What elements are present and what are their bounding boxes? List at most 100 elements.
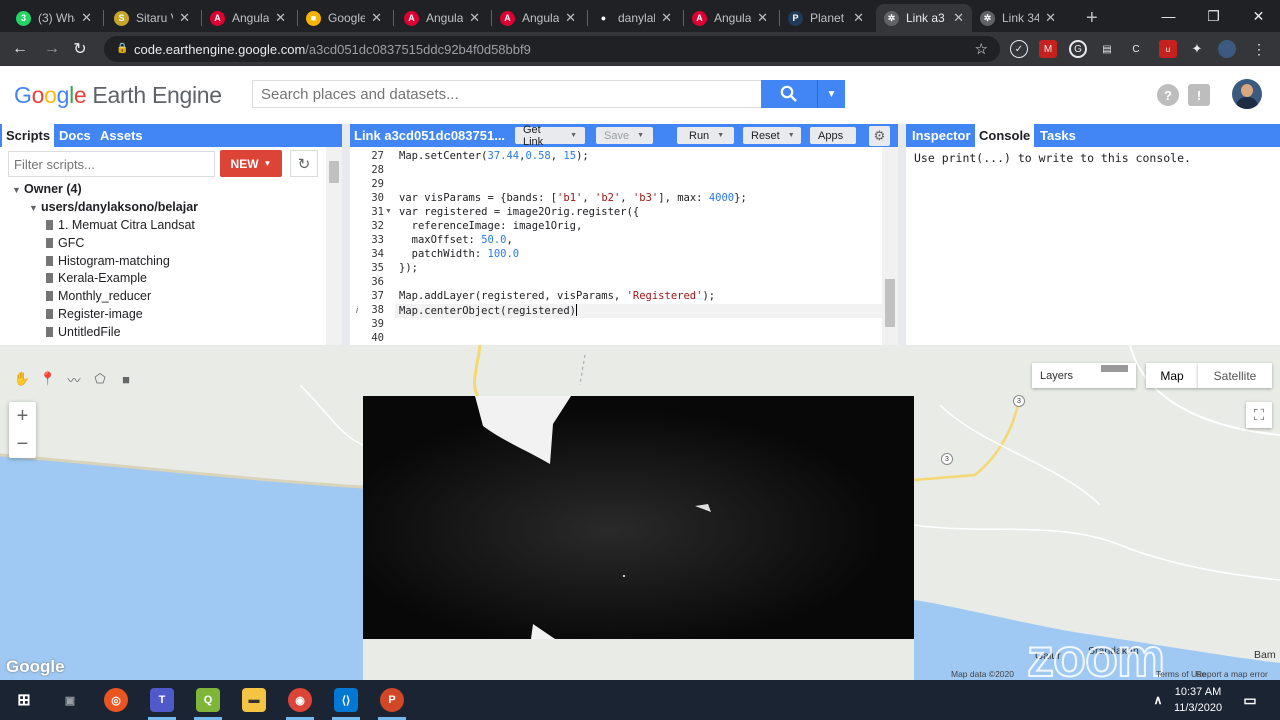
feedback-icon[interactable]: !	[1188, 84, 1210, 106]
chrome-extension-icon[interactable]: G	[1069, 40, 1087, 58]
extensions-puzzle-icon[interactable]: ✦	[1188, 40, 1206, 58]
tab-assets[interactable]: Assets	[96, 124, 147, 147]
close-tab-icon[interactable]: ✕	[469, 10, 480, 26]
pan-hand-icon[interactable]: ✋	[11, 368, 33, 390]
draw-polygon-icon[interactable]: ⬠	[89, 368, 111, 390]
fold-toggle-icon[interactable]: ▼	[385, 208, 392, 215]
powerpoint-icon[interactable]: P	[380, 688, 404, 712]
tab-tasks[interactable]: Tasks	[1036, 124, 1080, 147]
task-view-icon[interactable]: ▣	[58, 688, 82, 712]
draw-line-icon[interactable]: 〰	[63, 368, 85, 390]
code-line[interactable]: maxOffset: 50.0,	[399, 234, 513, 246]
avatar[interactable]	[1232, 79, 1262, 109]
draw-rectangle-icon[interactable]: ■	[115, 368, 137, 390]
owner-folder[interactable]: ▼ Owner (4)	[12, 182, 82, 196]
browser-tab[interactable]: ■ Google ✕	[298, 4, 390, 32]
close-tab-icon[interactable]: ✕	[1045, 10, 1056, 26]
script-file-item[interactable]: Histogram-matching	[46, 254, 170, 268]
script-file-item[interactable]: Monthly_reducer	[46, 289, 151, 303]
get-link-button[interactable]: Get Link ▼	[515, 124, 585, 148]
browser-tab[interactable]: A Angula ✕	[202, 4, 294, 32]
teams-icon[interactable]: T	[150, 688, 174, 712]
google-earth-engine-logo[interactable]: Google Earth Engine	[14, 82, 222, 109]
close-tab-icon[interactable]: ✕	[757, 10, 768, 26]
layers-button[interactable]: Layers	[1032, 363, 1136, 388]
repo-folder[interactable]: ▼ users/danylaksono/belajar	[29, 200, 198, 214]
zoom-out-button[interactable]: −	[9, 430, 36, 458]
browser-tab[interactable]: ● danylal ✕	[588, 4, 680, 32]
chrome-menu-icon[interactable]: ⋮	[1250, 40, 1268, 58]
browser-tab[interactable]: A Angula ✕	[396, 4, 488, 32]
file-explorer-icon[interactable]: ▬	[242, 688, 266, 712]
script-file-item[interactable]: Register-image	[46, 307, 143, 321]
browser-tab[interactable]: 3 (3) Wha ✕	[8, 4, 100, 32]
report-map-error-link[interactable]: Report a map error	[1196, 669, 1280, 679]
map-type-button[interactable]: Map	[1146, 363, 1198, 388]
minimize-icon[interactable]: —	[1146, 0, 1191, 32]
save-button[interactable]: Save ▼	[596, 127, 653, 144]
close-tab-icon[interactable]: ✕	[81, 10, 92, 26]
vscode-icon[interactable]: ⟨⟩	[334, 688, 358, 712]
close-tab-icon[interactable]: ✕	[565, 10, 576, 26]
browser-tab[interactable]: P Planet ✕	[780, 4, 872, 32]
satellite-type-button[interactable]: Satellite	[1198, 363, 1272, 388]
close-tab-icon[interactable]: ✕	[953, 10, 964, 26]
close-tab-icon[interactable]: ✕	[371, 10, 382, 26]
zoom-in-button[interactable]: +	[9, 402, 36, 430]
editor-scrollbar-thumb[interactable]	[885, 279, 895, 327]
code-editor[interactable]: 27 Map.setCenter(37.44,0.58, 15); 28 29 30 va…	[350, 147, 898, 345]
back-icon[interactable]: ←	[8, 37, 32, 61]
close-tab-icon[interactable]: ✕	[661, 10, 672, 26]
browser-tab[interactable]: A Angula ✕	[684, 4, 776, 32]
help-icon[interactable]: ?	[1157, 84, 1179, 106]
close-tab-icon[interactable]: ✕	[853, 10, 864, 26]
code-line[interactable]: Map.setCenter(37.44,0.58, 15);	[399, 150, 589, 162]
search-button[interactable]	[761, 80, 817, 108]
tab-scripts[interactable]: Scripts	[2, 124, 55, 147]
browser-tab[interactable]: S Sitaru V ✕	[106, 4, 198, 32]
browser-tab[interactable]: ✲ Link 34 ✕	[972, 4, 1064, 32]
ubuntu-icon[interactable]: ◎	[104, 688, 128, 712]
search-dropdown-button[interactable]: ▼	[817, 80, 845, 108]
forward-icon[interactable]: →	[40, 37, 64, 61]
tab-inspector[interactable]: Inspector	[908, 124, 975, 147]
profile-icon[interactable]	[1218, 40, 1236, 58]
marker-pin-icon[interactable]: 📍	[37, 368, 59, 390]
extension-red-icon[interactable]: M	[1039, 40, 1057, 58]
pocket-icon[interactable]: ✓	[1010, 40, 1028, 58]
apps-button[interactable]: Apps	[810, 127, 856, 144]
tray-chevron-up-icon[interactable]: ∧	[1146, 688, 1170, 712]
reset-button[interactable]: Reset ▼	[743, 127, 801, 144]
script-file-item[interactable]: Kerala-Example	[46, 271, 147, 285]
run-button[interactable]: Run ▼	[677, 127, 734, 144]
maximize-icon[interactable]: ❐	[1191, 0, 1236, 32]
new-script-button[interactable]: NEW ▼	[220, 150, 282, 177]
script-file-item[interactable]: 1. Memuat Citra Landsat	[46, 218, 195, 232]
info-icon[interactable]: i	[356, 305, 358, 315]
new-tab-button[interactable]: +	[1078, 4, 1106, 32]
search-input[interactable]	[252, 80, 761, 108]
code-line[interactable]: referenceImage: image1Orig,	[399, 220, 583, 232]
bookmark-star-icon[interactable]: ☆	[975, 40, 988, 58]
left-splitter[interactable]	[342, 124, 350, 345]
code-line[interactable]: patchWidth: 100.0	[399, 248, 519, 260]
code-line[interactable]: var visParams = {bands: ['b1', 'b2', 'b3…	[399, 192, 747, 204]
gear-icon[interactable]: ⚙	[869, 126, 890, 146]
code-line[interactable]: var registered = image2Orig.register({	[399, 206, 639, 218]
document-extension-icon[interactable]: ▤	[1098, 40, 1116, 58]
reload-icon[interactable]: ↻	[68, 37, 92, 61]
ublock-icon[interactable]: u	[1159, 40, 1177, 58]
map-view[interactable]: ✋ 📍 〰 ⬠ ■ + − Layers Map Satellite ⛶ 3 3…	[0, 345, 1280, 680]
browser-tab[interactable]: A Angula ✕	[492, 4, 584, 32]
close-window-icon[interactable]: ✕	[1236, 0, 1280, 32]
filter-scripts-input[interactable]	[8, 151, 215, 177]
fullscreen-icon[interactable]: ⛶	[1246, 402, 1272, 428]
script-file-item[interactable]: UntitledFile	[46, 325, 121, 339]
scrollbar-thumb[interactable]	[329, 161, 339, 183]
system-clock[interactable]: 10:37 AM 11/3/2020	[1170, 684, 1226, 716]
code-line[interactable]: Map.centerObject(registered)	[399, 304, 578, 317]
browser-tab[interactable]: ✲ Link a3 ✕	[876, 4, 972, 32]
opacity-slider[interactable]	[1101, 365, 1128, 372]
close-tab-icon[interactable]: ✕	[275, 10, 286, 26]
notification-icon[interactable]: ▭	[1238, 688, 1262, 712]
